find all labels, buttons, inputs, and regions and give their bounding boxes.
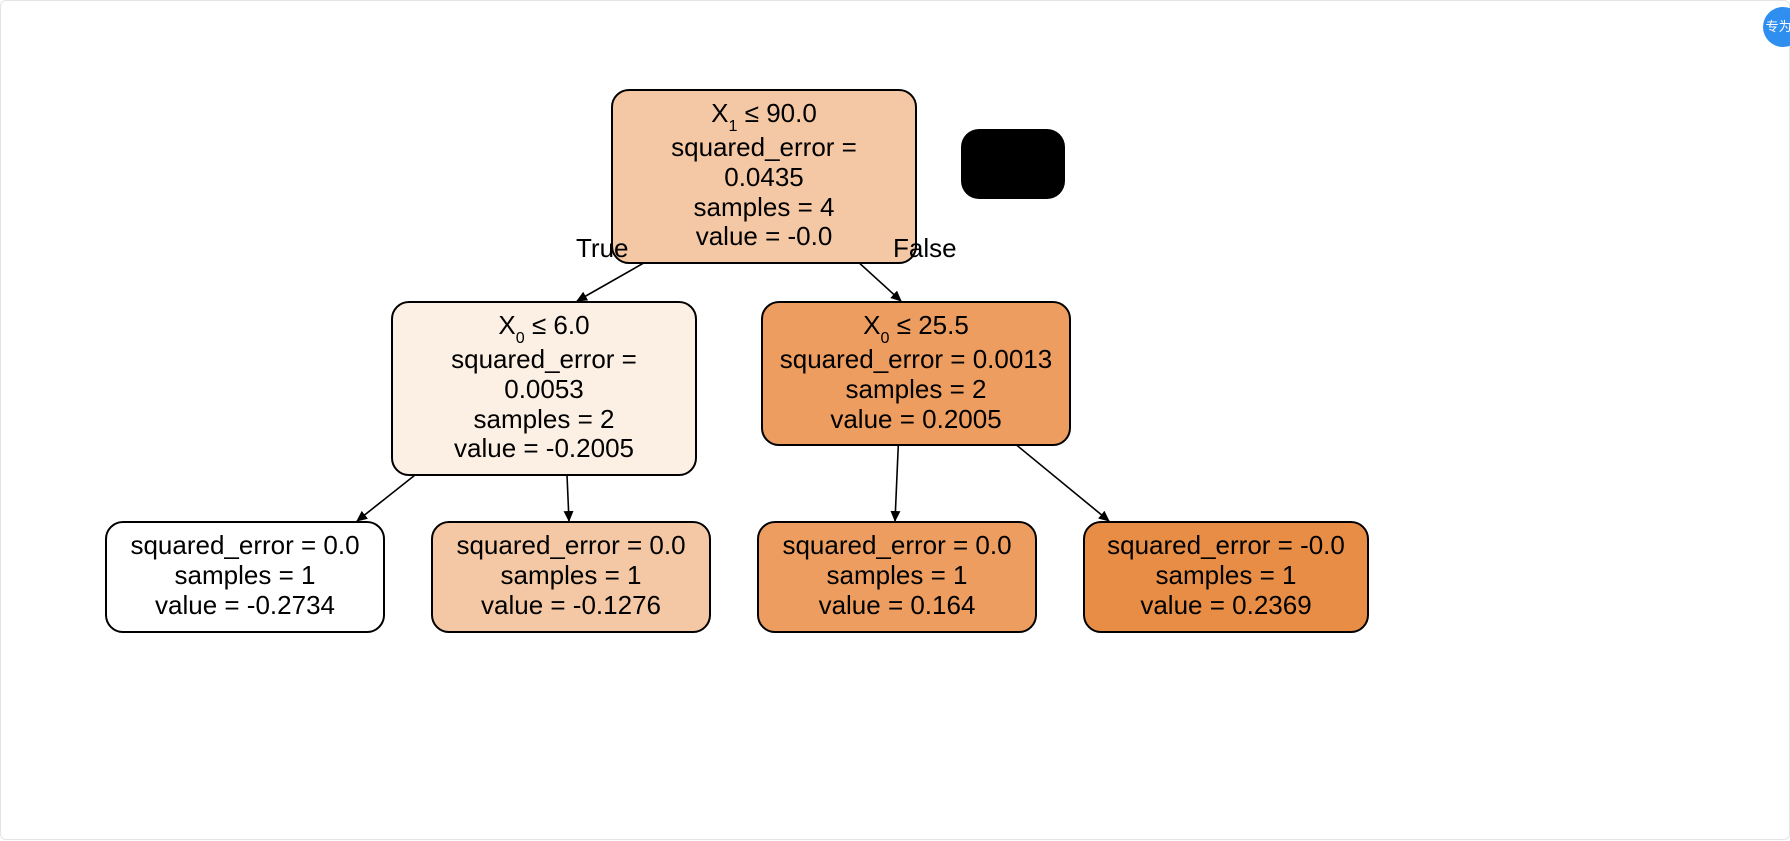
node-error: squared_error = 0.0435 bbox=[629, 133, 899, 193]
node-error: squared_error = 0.0013 bbox=[779, 345, 1053, 375]
diagram-canvas: X1 ≤ 90.0 squared_error = 0.0435 samples… bbox=[0, 0, 1790, 840]
node-error: squared_error = 0.0 bbox=[775, 531, 1019, 561]
node-value: value = -0.2005 bbox=[409, 434, 679, 464]
node-value: value = -0.2734 bbox=[123, 591, 367, 621]
node-samples: samples = 1 bbox=[123, 561, 367, 591]
tree-leaf-ll: squared_error = 0.0 samples = 1 value = … bbox=[105, 521, 385, 633]
tree-node-left: X0 ≤ 6.0 squared_error = 0.0053 samples … bbox=[391, 301, 697, 476]
node-error: squared_error = 0.0 bbox=[123, 531, 367, 561]
node-value: value = 0.2369 bbox=[1101, 591, 1351, 621]
tree-node-root: X1 ≤ 90.0 squared_error = 0.0435 samples… bbox=[611, 89, 917, 264]
node-error: squared_error = -0.0 bbox=[1101, 531, 1351, 561]
node-error: squared_error = 0.0 bbox=[449, 531, 693, 561]
node-value: value = -0.0 bbox=[629, 222, 899, 252]
tree-leaf-rr: squared_error = -0.0 samples = 1 value =… bbox=[1083, 521, 1369, 633]
tree-node-right: X0 ≤ 25.5 squared_error = 0.0013 samples… bbox=[761, 301, 1071, 446]
node-samples: samples = 4 bbox=[629, 193, 899, 223]
node-value: value = -0.1276 bbox=[449, 591, 693, 621]
legend-box bbox=[961, 129, 1065, 199]
node-condition: X0 ≤ 6.0 bbox=[409, 311, 679, 345]
node-samples: samples = 1 bbox=[775, 561, 1019, 591]
branch-label-false: False bbox=[893, 233, 957, 264]
node-samples: samples = 2 bbox=[409, 405, 679, 435]
branch-label-true: True bbox=[576, 233, 629, 264]
node-value: value = 0.164 bbox=[775, 591, 1019, 621]
node-samples: samples = 1 bbox=[1101, 561, 1351, 591]
node-condition: X0 ≤ 25.5 bbox=[779, 311, 1053, 345]
tree-leaf-rl: squared_error = 0.0 samples = 1 value = … bbox=[757, 521, 1037, 633]
node-samples: samples = 2 bbox=[779, 375, 1053, 405]
tree-leaf-lr: squared_error = 0.0 samples = 1 value = … bbox=[431, 521, 711, 633]
watermark-badge: 专为V bbox=[1763, 7, 1790, 47]
node-value: value = 0.2005 bbox=[779, 405, 1053, 435]
node-condition: X1 ≤ 90.0 bbox=[629, 99, 899, 133]
node-error: squared_error = 0.0053 bbox=[409, 345, 679, 405]
node-samples: samples = 1 bbox=[449, 561, 693, 591]
